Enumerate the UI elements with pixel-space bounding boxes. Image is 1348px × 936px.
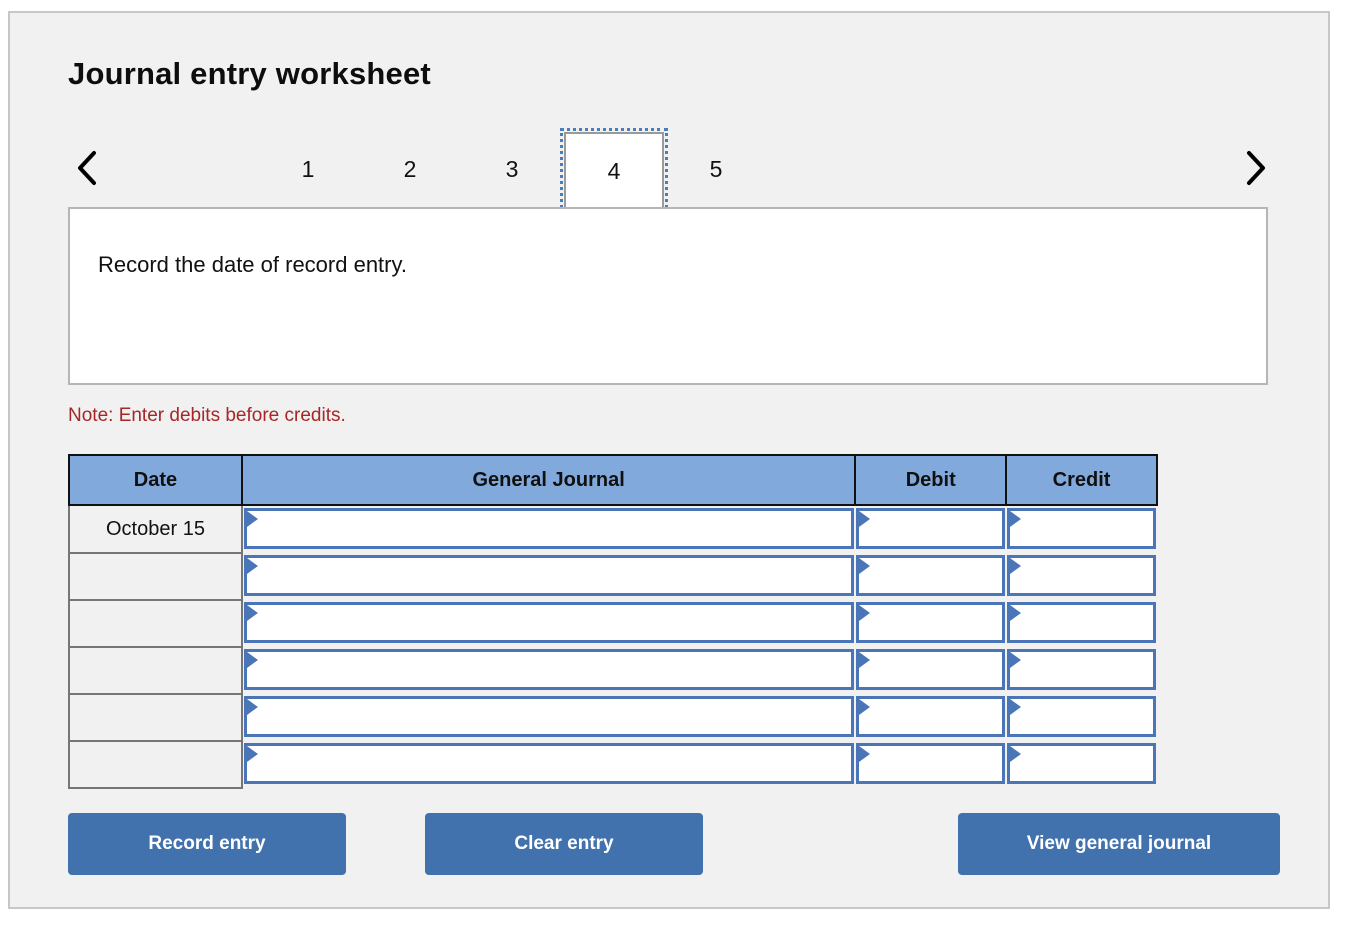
- dropdown-triangle-icon: [859, 746, 871, 762]
- debit-input[interactable]: [856, 649, 1006, 690]
- column-header-credit: Credit: [1005, 454, 1158, 506]
- dropdown-triangle-icon: [246, 511, 258, 527]
- dropdown-triangle-icon: [246, 652, 258, 668]
- pagination-page-2[interactable]: 2: [388, 149, 432, 189]
- table-header-row: Date General Journal Debit Credit: [68, 454, 1158, 506]
- dropdown-triangle-icon: [1010, 746, 1022, 762]
- table-row: [68, 647, 1157, 695]
- debit-cell[interactable]: [855, 553, 1007, 600]
- debit-cell[interactable]: [855, 741, 1007, 788]
- credit-cell[interactable]: [1006, 600, 1157, 647]
- date-cell[interactable]: [68, 600, 243, 648]
- table-row: [68, 553, 1157, 601]
- column-header-date: Date: [68, 454, 243, 506]
- credit-input[interactable]: [1007, 508, 1156, 549]
- credit-input[interactable]: [1007, 743, 1156, 784]
- debit-input[interactable]: [856, 743, 1006, 784]
- instruction-box: Record the date of record entry.: [68, 207, 1268, 385]
- table-row: October 15: [68, 505, 1157, 554]
- account-select[interactable]: [243, 743, 855, 784]
- credit-cell[interactable]: [1006, 647, 1157, 694]
- date-cell[interactable]: October 15: [68, 505, 243, 554]
- credit-cell[interactable]: [1006, 505, 1157, 553]
- table-row: [68, 694, 1157, 742]
- record-entry-button[interactable]: Record entry: [68, 813, 346, 875]
- dropdown-triangle-icon: [859, 652, 871, 668]
- debit-input[interactable]: [856, 696, 1006, 737]
- column-header-general-journal: General Journal: [240, 454, 857, 506]
- dropdown-triangle-icon: [1010, 605, 1022, 621]
- dropdown-triangle-icon: [859, 699, 871, 715]
- dropdown-triangle-icon: [1010, 699, 1022, 715]
- general-journal-cell[interactable]: [241, 694, 856, 741]
- credit-cell[interactable]: [1006, 553, 1157, 600]
- chevron-right-icon[interactable]: [1236, 145, 1274, 191]
- pagination-page-5[interactable]: 5: [694, 149, 738, 189]
- dropdown-triangle-icon: [1010, 558, 1022, 574]
- pagination-page-3[interactable]: 3: [490, 149, 534, 189]
- dropdown-triangle-icon: [859, 511, 871, 527]
- date-cell[interactable]: [68, 741, 243, 789]
- pagination-page-1[interactable]: 1: [286, 149, 330, 189]
- debits-before-credits-note: Note: Enter debits before credits.: [68, 405, 346, 426]
- debit-input[interactable]: [856, 555, 1006, 596]
- account-select[interactable]: [243, 696, 855, 737]
- debit-input[interactable]: [856, 602, 1006, 643]
- table-row: [68, 600, 1157, 648]
- dropdown-triangle-icon: [246, 605, 258, 621]
- general-journal-cell[interactable]: [241, 647, 856, 694]
- general-journal-cell[interactable]: [241, 505, 856, 553]
- debit-cell[interactable]: [855, 600, 1007, 647]
- page-title: Journal entry worksheet: [68, 56, 431, 91]
- dropdown-triangle-icon: [859, 605, 871, 621]
- dropdown-triangle-icon: [246, 558, 258, 574]
- clear-entry-button[interactable]: Clear entry: [425, 813, 703, 875]
- table-row: [68, 741, 1157, 789]
- date-cell[interactable]: [68, 647, 243, 695]
- general-journal-cell[interactable]: [241, 553, 856, 600]
- pagination-page-4-selected[interactable]: 4: [560, 128, 668, 214]
- account-select[interactable]: [243, 649, 855, 690]
- dropdown-triangle-icon: [1010, 652, 1022, 668]
- credit-input[interactable]: [1007, 555, 1156, 596]
- column-header-debit: Debit: [854, 454, 1008, 506]
- credit-cell[interactable]: [1006, 741, 1157, 788]
- debit-input[interactable]: [856, 508, 1006, 549]
- dropdown-triangle-icon: [246, 746, 258, 762]
- account-select[interactable]: [243, 555, 855, 596]
- journal-entry-table: Date General Journal Debit Credit Octobe…: [68, 454, 1158, 789]
- dropdown-triangle-icon: [859, 558, 871, 574]
- account-select[interactable]: [243, 602, 855, 643]
- general-journal-cell[interactable]: [241, 600, 856, 647]
- dropdown-triangle-icon: [1010, 511, 1022, 527]
- screenshot-root: Journal entry worksheet 1 2 3 4 5 Record…: [0, 0, 1348, 936]
- debit-cell[interactable]: [855, 505, 1007, 553]
- dropdown-triangle-icon: [246, 699, 258, 715]
- credit-input[interactable]: [1007, 649, 1156, 690]
- general-journal-cell[interactable]: [241, 741, 856, 788]
- instruction-text: Record the date of record entry.: [98, 252, 407, 277]
- view-general-journal-button[interactable]: View general journal: [958, 813, 1280, 875]
- credit-cell[interactable]: [1006, 694, 1157, 741]
- date-cell[interactable]: [68, 694, 243, 742]
- credit-input[interactable]: [1007, 696, 1156, 737]
- debit-cell[interactable]: [855, 647, 1007, 694]
- pagination-bar: 1 2 3 4 5: [68, 125, 1274, 215]
- chevron-left-icon[interactable]: [68, 145, 106, 191]
- account-select[interactable]: [243, 508, 855, 549]
- date-cell[interactable]: [68, 553, 243, 601]
- credit-input[interactable]: [1007, 602, 1156, 643]
- debit-cell[interactable]: [855, 694, 1007, 741]
- worksheet-panel: Journal entry worksheet 1 2 3 4 5 Record…: [8, 11, 1330, 909]
